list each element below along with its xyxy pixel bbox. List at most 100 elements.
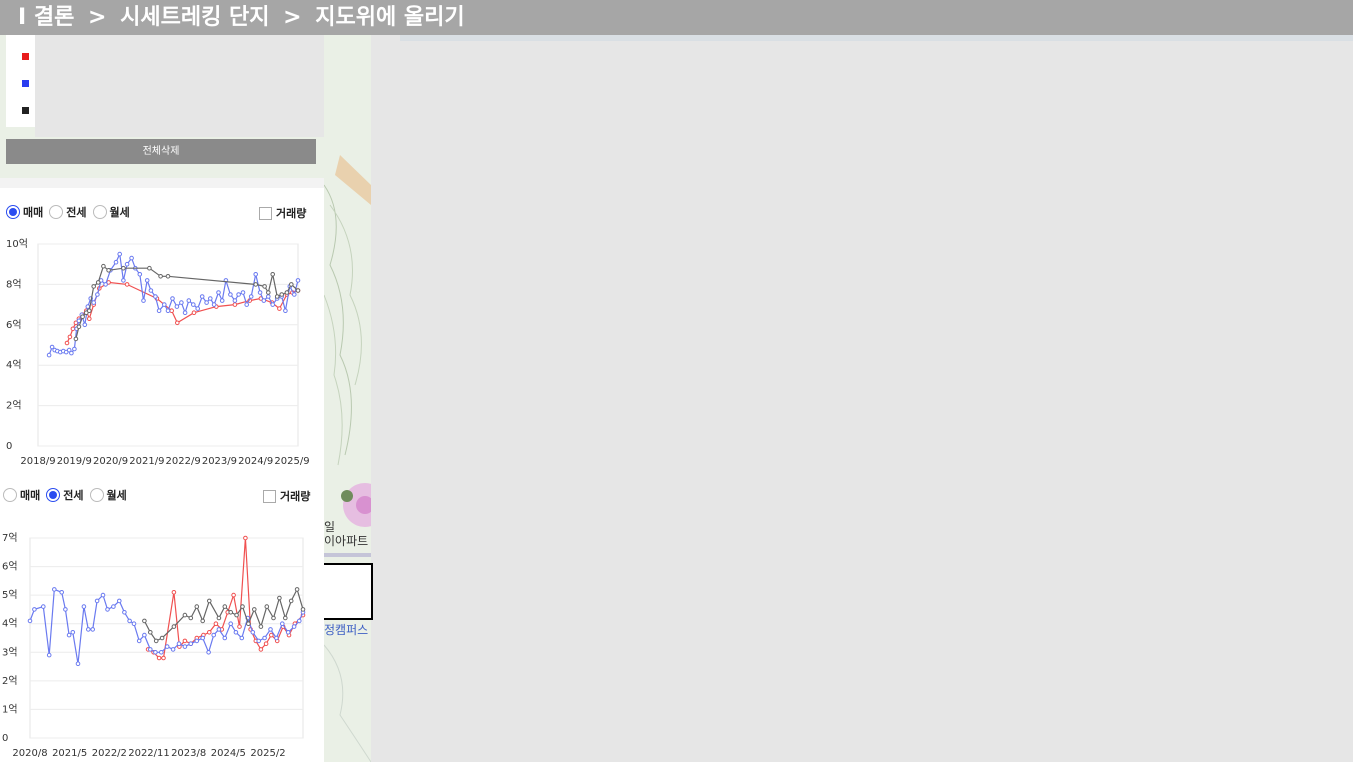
data-point (124, 261, 130, 267)
x-tick-label: 2023/9 (202, 456, 237, 467)
data-point (207, 598, 212, 604)
volume-checkbox-2[interactable]: 거래량 (263, 488, 310, 504)
checkbox-box[interactable] (259, 206, 272, 220)
data-point (52, 587, 57, 592)
data-point (250, 630, 256, 635)
data-point (243, 535, 248, 541)
radio-jeonse-2[interactable]: 전세 (46, 487, 84, 503)
data-point (175, 320, 180, 326)
data-point (76, 324, 82, 330)
radio-dot[interactable] (89, 488, 104, 502)
y-tick-label: 2억 (2, 675, 18, 687)
data-point (244, 302, 249, 307)
map-label-apartment-2: 이아파트 (324, 534, 369, 548)
breadcrumb-item-conclusion[interactable]: 결론 (34, 5, 74, 30)
data-point (277, 306, 282, 311)
data-point (66, 632, 72, 638)
data-point (73, 336, 79, 342)
data-point (162, 302, 167, 307)
data-point (237, 624, 242, 629)
data-point (188, 641, 194, 646)
y-tick-label: 4억 (2, 618, 18, 630)
data-point (136, 638, 142, 644)
data-point (105, 607, 110, 612)
x-tick-label: 2022/2 (92, 748, 127, 759)
x-tick-label: 2020/8 (12, 748, 47, 759)
data-point (86, 627, 91, 632)
data-point (240, 290, 246, 295)
data-point (266, 290, 271, 295)
data-point (216, 627, 222, 632)
y-tick-label: 6억 (2, 561, 18, 573)
data-point (182, 638, 188, 644)
data-point (253, 282, 258, 287)
data-point (188, 615, 194, 621)
data-point (261, 298, 267, 303)
legend-color-black (22, 107, 29, 114)
data-point (117, 251, 122, 257)
data-point (171, 590, 177, 595)
data-point (171, 624, 177, 629)
data-point (291, 624, 297, 629)
radio-label: 매매 (20, 489, 41, 502)
radio-dot[interactable] (49, 205, 64, 219)
data-point (158, 274, 163, 279)
radio-monthly-2[interactable]: 월세 (89, 487, 127, 503)
checkbox-label: 거래량 (280, 490, 311, 503)
y-tick-label: 7억 (2, 532, 18, 544)
data-point (211, 632, 216, 638)
data-point (95, 280, 101, 285)
data-point (156, 655, 162, 661)
breadcrumb-item-trekking[interactable]: 시세트레킹 단지 (120, 5, 269, 30)
data-point (113, 259, 119, 265)
map-label-campus: 정캠퍼스 (324, 623, 369, 637)
x-tick-label: 2018/9 (20, 456, 55, 467)
data-point (233, 630, 239, 635)
map-selection-box[interactable] (321, 563, 373, 620)
data-point (164, 644, 170, 649)
x-tick-label: 2019/9 (57, 456, 92, 467)
data-point (222, 604, 228, 609)
delete-all-button[interactable]: 전체삭제 (6, 139, 316, 164)
radio-dot[interactable] (6, 205, 20, 219)
data-point (186, 298, 192, 303)
data-point (85, 304, 91, 309)
data-point (216, 290, 221, 295)
data-point (46, 652, 52, 658)
breadcrumb-prefix: I (18, 5, 27, 30)
data-point (257, 290, 263, 295)
data-point (258, 647, 264, 652)
jeonse-price-chart: 7억 6억 5억 4억 3억 2억 1억 0 2020/8 2021/5 2022/2 2022/11… (2, 532, 306, 759)
radio-label: 월세 (106, 489, 127, 502)
data-point (300, 607, 306, 612)
radio-sale-1[interactable]: 매매 (6, 204, 43, 220)
radio-monthly-1[interactable]: 월세 (92, 204, 130, 220)
data-point (211, 302, 217, 307)
data-point (271, 615, 276, 621)
radio-dot[interactable] (46, 488, 61, 502)
data-point (121, 278, 126, 283)
map-edge-strip (400, 35, 1353, 41)
data-point (228, 621, 233, 626)
trade-type-radio-group-2: 매매 전세 월세 (3, 485, 133, 505)
radio-dot[interactable] (3, 488, 17, 502)
radio-jeonse-1[interactable]: 전세 (49, 204, 87, 220)
volume-checkbox-1[interactable]: 거래량 (259, 205, 306, 221)
data-point (277, 595, 282, 601)
radio-dot[interactable] (92, 205, 107, 219)
radio-sale-2[interactable]: 매매 (3, 487, 40, 503)
data-point (67, 334, 73, 340)
data-point (280, 621, 285, 626)
data-point (263, 641, 269, 646)
data-point (161, 655, 166, 661)
data-point (170, 647, 176, 652)
data-point (75, 661, 81, 666)
data-point (82, 322, 88, 328)
data-point (148, 288, 154, 293)
data-point (69, 350, 74, 356)
data-point (94, 598, 100, 604)
breadcrumb-separator: > (283, 5, 302, 30)
checkbox-box[interactable] (263, 489, 276, 503)
data-point (63, 607, 68, 612)
data-point (41, 604, 46, 609)
